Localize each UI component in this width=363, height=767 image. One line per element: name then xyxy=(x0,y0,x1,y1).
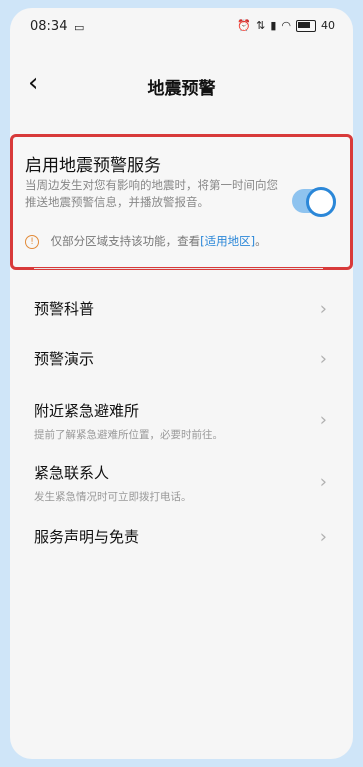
chevron-right-icon: › xyxy=(319,409,327,431)
warning-icon: ! xyxy=(25,234,39,249)
network-icon: ⇅ xyxy=(256,19,266,32)
chevron-right-icon: › xyxy=(319,348,327,370)
menu-item-warning-demo[interactable]: 预警演示 › xyxy=(34,348,327,370)
menu-item-label: 附近紧急避难所 xyxy=(34,402,140,420)
service-description: 当周边发生对您有影响的地震时，将第一时间向您推送地震预警信息，并播放警报音。 xyxy=(25,178,278,209)
applicable-region-link[interactable]: [适用地区] xyxy=(200,234,255,248)
menu-item-label: 紧急联系人 xyxy=(34,464,110,482)
notification-icon: ▭ xyxy=(74,21,85,34)
battery-level: 40 xyxy=(321,19,335,32)
chevron-right-icon: › xyxy=(319,471,327,493)
status-icons: ⏰ ⇅ ▮ ◠ 40 xyxy=(237,19,335,32)
note-prefix: 仅部分区域支持该功能，查看 xyxy=(50,234,201,248)
menu-item-emergency-contact[interactable]: 紧急联系人 发生紧急情况时可立即拨打电话。 › xyxy=(34,462,327,503)
toggle-knob xyxy=(306,187,336,217)
chevron-right-icon: › xyxy=(319,298,327,320)
alarm-icon: ⏰ xyxy=(237,19,252,32)
menu-item-sub: 提前了解紧急避难所位置，必要时前往。 xyxy=(34,429,223,441)
note-suffix: 。 xyxy=(255,234,267,248)
menu-item-service-disclaimer[interactable]: 服务声明与免责 › xyxy=(34,526,327,548)
wifi-icon: ◠ xyxy=(281,19,291,32)
divider xyxy=(34,268,323,269)
battery-icon xyxy=(296,19,316,32)
phone-screen: 08:34 ▭ ⏰ ⇅ ▮ ◠ 40 ‹ 地震预警 启用地震预警服务 当周边发生… xyxy=(10,8,353,759)
chevron-right-icon: › xyxy=(319,526,327,548)
menu-item-label: 预警演示 xyxy=(34,350,95,368)
service-toggle[interactable] xyxy=(292,187,336,217)
status-time: 08:34 xyxy=(30,19,68,34)
page-title: 地震预警 xyxy=(147,79,216,99)
status-bar: 08:34 ▭ ⏰ ⇅ ▮ ◠ 40 xyxy=(30,18,335,38)
service-card: 启用地震预警服务 当周边发生对您有影响的地震时，将第一时间向您推送地震预警信息，… xyxy=(10,134,353,270)
menu-item-sub: 发生紧急情况时可立即拨打电话。 xyxy=(34,491,192,503)
service-title: 启用地震预警服务 xyxy=(25,156,161,176)
menu-item-warning-education[interactable]: 预警科普 › xyxy=(34,298,327,320)
menu-item-label: 预警科普 xyxy=(34,300,95,318)
menu-item-label: 服务声明与免责 xyxy=(34,528,140,546)
sim-icon: ▮ xyxy=(270,19,277,32)
top-bar: ‹ 地震预警 xyxy=(10,68,353,104)
region-note: ! 仅部分区域支持该功能，查看[适用地区]。 xyxy=(25,233,267,249)
menu-item-nearby-shelter[interactable]: 附近紧急避难所 提前了解紧急避难所位置，必要时前往。 › xyxy=(34,400,327,441)
